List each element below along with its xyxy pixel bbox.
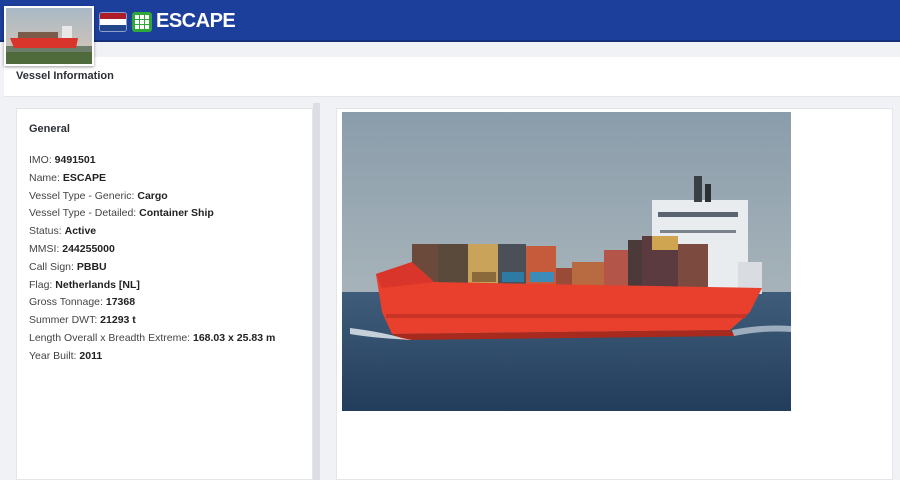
info-label: Status: [29, 225, 65, 238]
section-header: Vessel Information [4, 57, 900, 97]
info-row: Vessel Type - Generic: Cargo [29, 188, 275, 206]
info-value: 168.03 x 25.83 m [193, 331, 276, 344]
info-value: 244255000 [62, 242, 115, 255]
info-label: Summer DWT: [29, 314, 101, 327]
info-value: Active [64, 225, 97, 238]
info-row: Length Overall x Breadth Extreme: 168.03… [29, 330, 275, 348]
info-row: Name: ESCAPE [29, 170, 275, 188]
general-info-list: IMO: 9491501 Name: ESCAPE Vessel Type - Ge… [29, 152, 275, 366]
info-row: Status: Active [29, 223, 275, 241]
info-row: Year Built: 2011 [29, 348, 275, 366]
panel-divider [313, 103, 320, 480]
info-value: Cargo [137, 189, 168, 202]
container-grid-icon [132, 12, 152, 32]
info-row: IMO: 9491501 [29, 152, 275, 170]
info-label: MMSI: [29, 242, 63, 255]
vessel-photo[interactable] [342, 112, 791, 411]
info-value: PBBU [76, 260, 107, 273]
general-info-panel: General IMO: 9491501 Name: ESCAPE Vessel T… [16, 108, 313, 480]
info-label: Length Overall x Breadth Extreme: [29, 331, 193, 344]
info-row: Flag: Netherlands [NL] [29, 277, 275, 295]
info-label: Vessel Type - Generic: [29, 189, 138, 202]
info-label: IMO: [29, 154, 55, 166]
info-row: Call Sign: PBBU [29, 259, 275, 277]
info-label: Call Sign: [29, 260, 77, 273]
info-row: Summer DWT: 21293 t [29, 312, 275, 330]
info-label: Flag: [29, 278, 56, 291]
vessel-photo-panel [336, 108, 893, 480]
info-value: 2011 [79, 349, 103, 362]
info-value: Container Ship [139, 207, 214, 220]
vessel-thumbnail[interactable] [4, 6, 94, 66]
general-section-title: General [29, 123, 70, 135]
header-bar: ESCAPE [0, 0, 900, 42]
info-value: ESCAPE [62, 171, 107, 184]
info-label: Gross Tonnage: [29, 296, 106, 309]
info-label: Vessel Type - Detailed: [29, 207, 140, 220]
info-value: 17368 [105, 296, 136, 309]
info-label: Name: [29, 171, 63, 184]
vessel-name-title: ESCAPE [156, 10, 236, 32]
info-value: 21293 t [100, 314, 136, 327]
info-row: Vessel Type - Detailed: Container Ship [29, 205, 275, 223]
info-label: Year Built: [29, 349, 80, 362]
info-value: Netherlands [NL] [55, 278, 140, 291]
info-row: Gross Tonnage: 17368 [29, 294, 275, 312]
info-row: MMSI: 244255000 [29, 241, 275, 259]
page-title: Vessel Information [16, 70, 114, 82]
info-value: 9491501 [54, 154, 96, 166]
netherlands-flag-icon [100, 13, 126, 31]
